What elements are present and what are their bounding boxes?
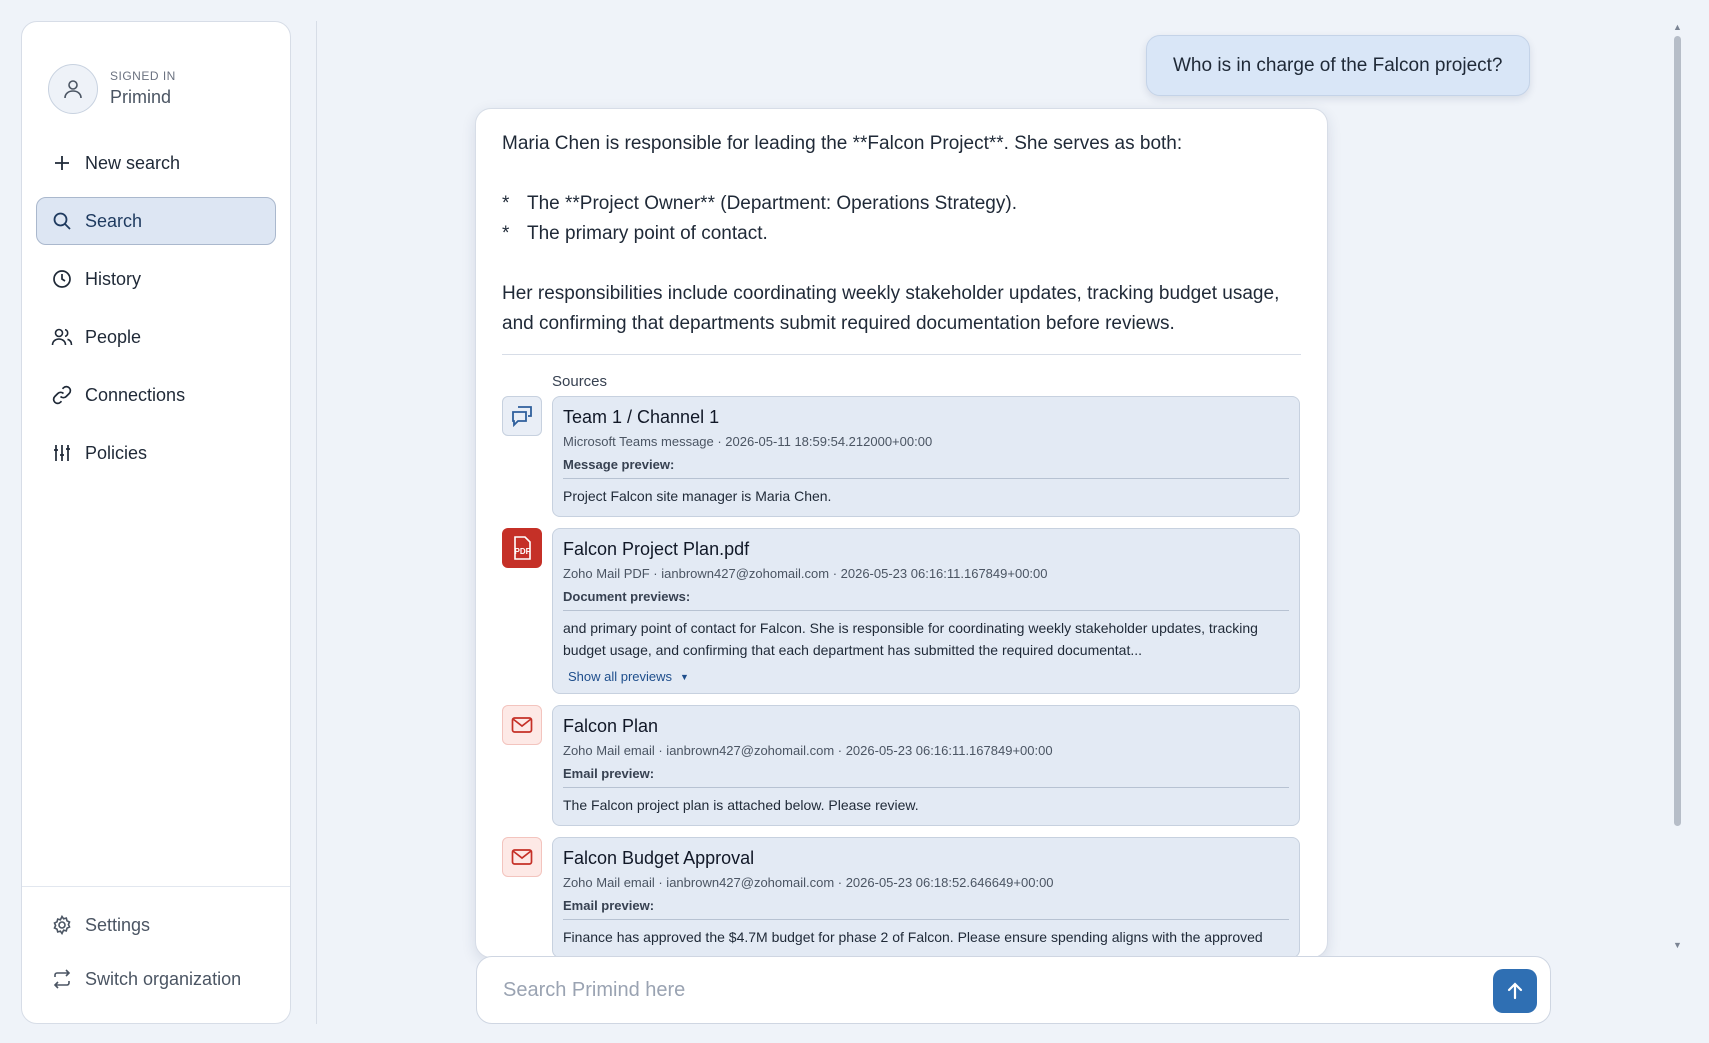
plus-icon [51, 152, 73, 174]
nav-item-search-label: Search [85, 210, 143, 231]
new-search-label: New search [85, 152, 181, 173]
switch-organization-button[interactable]: Switch organization [36, 955, 276, 1003]
pdf-icon: PDF [502, 528, 542, 568]
source-item: Falcon Plan Zoho Mail email · ianbrown42… [502, 705, 1301, 826]
switch-organization-label: Switch organization [85, 968, 242, 989]
scrollbar-thumb[interactable] [1674, 36, 1681, 826]
source-meta: Zoho Mail email · ianbrown427@zohomail.c… [563, 743, 1053, 758]
sources-label: Sources [552, 373, 608, 390]
signed-in-label: SIGNED IN [110, 69, 176, 83]
new-search-button[interactable]: New search [36, 139, 276, 187]
nav-item-history-label: History [85, 268, 142, 289]
preview-text: The Falcon project plan is attached belo… [563, 797, 919, 813]
source-item: PDF Falcon Project Plan.pdf Zoho Mail PD… [502, 528, 1301, 694]
gear-icon [51, 914, 73, 936]
arrow-up-icon [1505, 981, 1525, 1001]
nav-item-policies[interactable]: Policies [36, 429, 276, 477]
switch-arrows-icon [51, 968, 73, 990]
source-title[interactable]: Falcon Plan [563, 715, 1289, 737]
settings-label: Settings [85, 914, 151, 935]
source-card[interactable]: Falcon Project Plan.pdf Zoho Mail PDF · … [552, 528, 1300, 694]
search-input[interactable] [503, 978, 1463, 1002]
bullet-text: The primary point of contact. [527, 223, 768, 244]
preview-text: Project Falcon site manager is Maria Che… [563, 488, 832, 504]
nav-item-search[interactable]: Search [36, 197, 276, 245]
nav-item-policies-label: Policies [85, 442, 148, 463]
nav-item-connections-label: Connections [85, 384, 186, 405]
search-icon [51, 210, 73, 232]
answer-bullet: * The primary point of contact. [502, 219, 1301, 249]
source-meta: Zoho Mail PDF · ianbrown427@zohomail.com… [563, 566, 1048, 581]
answer-intro: Maria Chen is responsible for leading th… [502, 133, 1183, 154]
teams-chat-icon [502, 396, 542, 436]
mail-icon [502, 705, 542, 745]
answer-bullet: * The **Project Owner** (Department: Ope… [502, 189, 1301, 219]
source-meta: Microsoft Teams message · 2026-05-11 18:… [563, 434, 933, 449]
source-card[interactable]: Team 1 / Channel 1 Microsoft Teams messa… [552, 396, 1300, 517]
bullet-marker: * [502, 193, 510, 214]
search-bar [476, 956, 1551, 1024]
sidebar-divider [316, 21, 317, 1024]
source-title[interactable]: Falcon Budget Approval [563, 847, 1289, 869]
sliders-icon [51, 442, 73, 464]
scroll-up-arrow-icon[interactable]: ▲ [1673, 22, 1682, 32]
preview-label: Message preview: [563, 457, 1289, 479]
svg-text:PDF: PDF [515, 547, 531, 556]
nav-item-people[interactable]: People [36, 313, 276, 361]
username: Primind [110, 87, 172, 107]
settings-button[interactable]: Settings [36, 901, 276, 949]
preview-label: Document previews: [563, 589, 1289, 611]
people-icon [51, 326, 73, 348]
answer-card: Maria Chen is responsible for leading th… [475, 108, 1328, 958]
source-title[interactable]: Team 1 / Channel 1 [563, 406, 1289, 428]
answer-divider [502, 354, 1301, 355]
bullet-marker: * [502, 223, 510, 244]
preview-label: Email preview: [563, 766, 1289, 788]
profile-block[interactable]: SIGNED IN Primind [22, 22, 290, 127]
sidebar: SIGNED IN Primind New search Search Hist… [21, 21, 291, 1024]
mail-icon [502, 837, 542, 877]
source-meta: Zoho Mail email · ianbrown427@zohomail.c… [563, 875, 1054, 890]
clock-icon [51, 268, 73, 290]
user-message-bubble: Who is in charge of the Falcon project? [1146, 35, 1530, 96]
main-nav: New search Search History People Connect… [22, 127, 290, 487]
source-item: Falcon Budget Approval Zoho Mail email ·… [502, 837, 1301, 957]
source-item: Team 1 / Channel 1 Microsoft Teams messa… [502, 396, 1301, 517]
bullet-text: The **Project Owner** (Department: Opera… [527, 193, 1017, 214]
user-avatar-icon [48, 63, 98, 114]
source-title[interactable]: Falcon Project Plan.pdf [563, 538, 1289, 560]
source-card[interactable]: Falcon Budget Approval Zoho Mail email ·… [552, 837, 1300, 957]
answer-text: Maria Chen is responsible for leading th… [502, 129, 1301, 339]
nav-item-people-label: People [85, 326, 142, 347]
nav-item-connections[interactable]: Connections [36, 371, 276, 419]
sidebar-footer: Settings Switch organization [22, 886, 290, 1023]
link-icon [51, 384, 73, 406]
scroll-down-arrow-icon[interactable]: ▼ [1673, 940, 1682, 950]
show-all-previews-label: Show all previews [568, 669, 673, 684]
preview-label: Email preview: [563, 898, 1289, 920]
answer-summary: Her responsibilities include coordinatin… [502, 283, 1280, 334]
nav-item-history[interactable]: History [36, 255, 276, 303]
show-all-previews-button[interactable]: Show all previews ▼ [568, 669, 1289, 684]
send-button[interactable] [1493, 969, 1537, 1013]
caret-down-icon: ▼ [680, 671, 689, 682]
preview-text: Finance has approved the $4.7M budget fo… [563, 929, 1263, 945]
source-card[interactable]: Falcon Plan Zoho Mail email · ianbrown42… [552, 705, 1300, 826]
preview-text: and primary point of contact for Falcon.… [563, 620, 1258, 658]
